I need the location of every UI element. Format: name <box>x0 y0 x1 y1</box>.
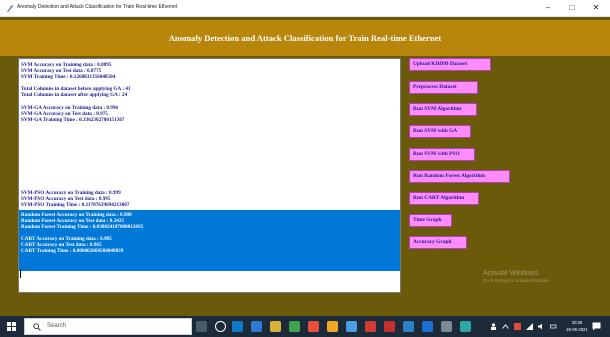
task-view-icon[interactable] <box>251 321 262 332</box>
feather-icon <box>7 5 13 12</box>
output-line: SVM-PSO Training Time : 0.11707639694213… <box>21 202 130 208</box>
window-title: Anomaly Detection and Attack Classificat… <box>17 4 178 10</box>
run-svm-ga-button[interactable]: Run SVM with GA <box>409 125 471 138</box>
upload-dataset-button[interactable]: Upload KDD99 Dataset <box>409 58 491 71</box>
file-explorer-icon[interactable] <box>270 321 281 332</box>
maximize-button[interactable]: □ <box>560 0 584 16</box>
word-icon[interactable] <box>422 321 433 332</box>
taskbar-search-box[interactable]: Search <box>24 318 192 335</box>
accuracy-graph-button[interactable]: Accuracy Graph <box>409 236 467 249</box>
taskbar: Search 20:26 26-05-2021 <box>0 316 610 337</box>
firefox-icon[interactable] <box>327 321 338 332</box>
edge-icon[interactable] <box>232 321 243 332</box>
people-icon[interactable] <box>490 323 497 330</box>
idle-icon[interactable] <box>460 321 471 332</box>
output-line: CART Training Time : 0.00600266456604003… <box>21 248 124 254</box>
clock-time: 20:26 <box>571 320 583 325</box>
search-placeholder: Search <box>47 323 67 329</box>
time-graph-button[interactable]: Time Graph <box>409 214 452 227</box>
output-line: SVM-GA Training Time : 0.336230278015136… <box>21 117 125 123</box>
search-icon <box>33 323 41 331</box>
microphone-icon[interactable] <box>196 321 207 332</box>
antivirus-icon[interactable] <box>514 323 521 330</box>
run-cart-button[interactable]: Run CART Algorithm <box>409 192 479 205</box>
window-title-bar: Anomaly Detection and Attack Classificat… <box>0 0 610 17</box>
app-header-title: Anomaly Detection and Attack Classificat… <box>0 20 610 56</box>
speaker-icon[interactable] <box>538 323 545 330</box>
battery-icon[interactable] <box>550 323 557 330</box>
preprocess-button[interactable]: Preprocess Dataset <box>409 81 478 94</box>
chrome-icon[interactable] <box>308 321 319 332</box>
start-button[interactable] <box>0 316 24 337</box>
output-line: SVM Training Time : 0.1260831356048584 <box>21 74 116 80</box>
taskbar-clock[interactable]: 20:26 26-05-2021 <box>564 319 590 333</box>
pdf-icon[interactable] <box>384 321 395 332</box>
chevron-up-icon[interactable] <box>502 324 509 329</box>
close-button[interactable]: ✕ <box>584 0 608 16</box>
notification-center-icon[interactable] <box>592 322 601 331</box>
python-icon[interactable] <box>403 321 414 332</box>
output-line: Random Forest Training Time : 0.03802418… <box>21 224 144 230</box>
run-random-forest-button[interactable]: Run Random Forest Algorithm <box>409 170 510 183</box>
results-text-area[interactable]: SVM Accuracy on Training data : 0.8895 S… <box>18 58 401 293</box>
clock-date: 26-05-2021 <box>566 327 588 332</box>
powerpoint-icon[interactable] <box>365 321 376 332</box>
windows-logo-icon <box>7 322 16 331</box>
app-window: Anomaly Detection and Attack Classificat… <box>0 17 610 316</box>
mail-icon[interactable] <box>346 321 357 332</box>
terminal-icon[interactable] <box>441 321 452 332</box>
minimize-button[interactable]: – <box>536 0 560 16</box>
run-svm-button[interactable]: Run SVM Algorithm <box>409 103 477 116</box>
text-caret <box>20 270 21 278</box>
watermark-subtitle: Go to Settings to activate Windows. <box>483 278 550 283</box>
network-icon[interactable] <box>526 323 533 330</box>
output-line: Total Columns in dataset after applying … <box>21 92 128 98</box>
watermark-title: Activate Windows <box>483 270 539 277</box>
cortana-icon[interactable] <box>215 321 226 332</box>
run-svm-pso-button[interactable]: Run SVM with PSO <box>409 148 475 161</box>
store-icon[interactable] <box>289 321 300 332</box>
activation-watermark: Activate Windows Go to Settings to activ… <box>483 270 549 283</box>
